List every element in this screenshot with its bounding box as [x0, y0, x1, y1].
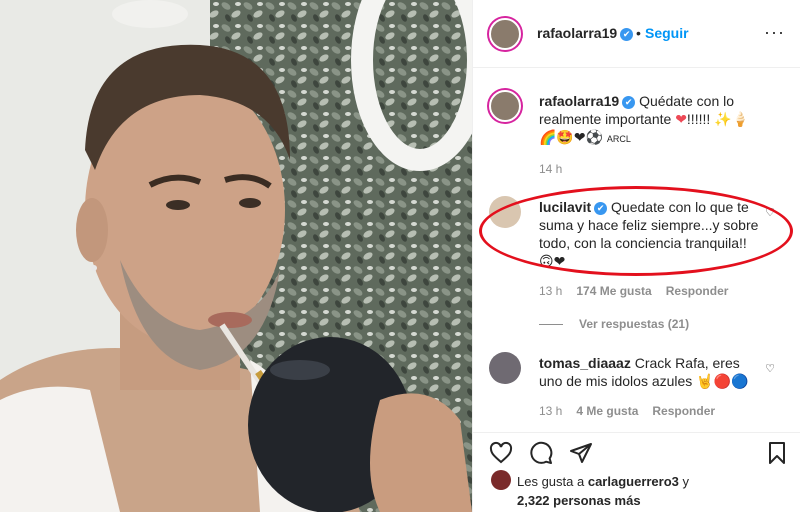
comment-text: lucilavit ✔ Quedate con lo que te suma y … — [539, 198, 759, 270]
comment-emoji: 🤘🔴🔵 — [696, 373, 749, 389]
reply-button[interactable]: Responder — [666, 284, 729, 298]
bookmark-icon[interactable] — [765, 441, 789, 465]
comment-meta: 13 h 4 Me gusta Responder — [539, 404, 715, 418]
post-photo — [0, 0, 472, 512]
comment-emoji: 🙃❤ — [539, 253, 566, 269]
comment-bubble-icon[interactable] — [529, 441, 553, 465]
caption-username[interactable]: rafaolarra19 — [539, 93, 619, 109]
author-username[interactable]: rafaolarra19 ✔ — [537, 25, 634, 41]
comments-list[interactable]: rafaolarra19 ✔ Quédate con lo realmente i… — [473, 68, 800, 432]
caption-emoji-2: 🌈🤩❤⚽ — [539, 129, 604, 145]
reply-button[interactable]: Responder — [652, 404, 715, 418]
verified-badge-icon: ✔ — [594, 202, 608, 215]
comment-likes[interactable]: 174 Me gusta — [576, 284, 651, 298]
author-username-text[interactable]: rafaolarra19 — [537, 25, 617, 41]
selfie-illustration — [0, 0, 472, 512]
view-replies-button[interactable]: Ver respuestas (21) — [539, 317, 689, 331]
caption-emoji-1: ✨🍦 — [714, 111, 750, 127]
commenter-avatar[interactable] — [489, 352, 521, 384]
likes-prefix: Les gusta a — [517, 474, 585, 489]
caption-time: 14 h — [539, 162, 562, 176]
verified-badge-icon: ✔ — [620, 28, 634, 41]
likes-joiner: y — [682, 474, 690, 489]
liker-avatar[interactable] — [491, 470, 511, 490]
caption-avatar[interactable] — [489, 90, 521, 122]
follow-button[interactable]: Seguir — [645, 25, 689, 41]
comment-time: 13 h — [539, 284, 563, 298]
author-avatar[interactable] — [489, 18, 521, 50]
caption-text: rafaolarra19 ✔ Quédate con lo realmente i… — [539, 92, 759, 148]
comment-meta: 13 h 174 Me gusta Responder — [539, 284, 728, 298]
post-header: rafaolarra19 ✔ • Seguir ··· — [473, 0, 800, 68]
heart-emoji: ❤ — [675, 111, 687, 127]
comment-likes[interactable]: 4 Me gusta — [576, 404, 638, 418]
liker-username[interactable]: carlaguerrero3 — [588, 474, 679, 489]
comment-time: 13 h — [539, 404, 563, 418]
comment-username[interactable]: lucilavit — [539, 199, 591, 215]
header-separator: • — [636, 25, 641, 41]
small-heart-icon[interactable]: ♡ — [765, 362, 775, 375]
post-sidebar: rafaolarra19 ✔ • Seguir ··· rafaolarra19 ✔… — [472, 0, 800, 512]
verified-badge-icon: ✔ — [622, 96, 636, 109]
more-options-icon[interactable]: ··· — [764, 22, 785, 43]
comment-username[interactable]: tomas_diaaaz — [539, 355, 631, 371]
paper-plane-icon[interactable] — [569, 441, 593, 465]
small-heart-icon[interactable]: ♡ — [765, 206, 775, 219]
likes-count[interactable]: 2,322 personas más — [517, 493, 641, 508]
caption-exclaims: !!!!!! — [686, 111, 711, 127]
caption-time-text: 14 h — [539, 162, 563, 176]
caption-tag: ARCL — [606, 134, 631, 144]
heart-outline-icon[interactable] — [489, 441, 513, 465]
likes-summary: Les gusta a carlaguerrero3 y 2,322 perso… — [517, 472, 777, 510]
commenter-avatar[interactable] — [489, 196, 521, 228]
comment-text: tomas_diaaaz Crack Rafa, eres uno de mis… — [539, 354, 759, 390]
